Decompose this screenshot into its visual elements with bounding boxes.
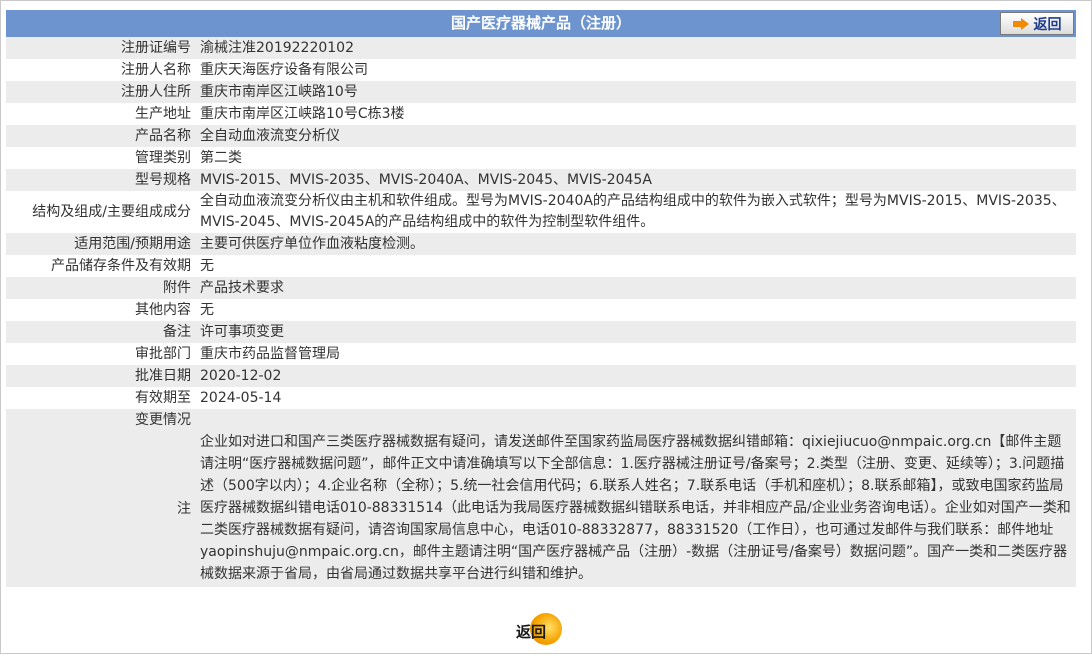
field-value: 无 (195, 255, 1076, 277)
field-label: 变更情况 (6, 409, 195, 431)
field-value: 重庆市南岸区江峡路10号 (195, 81, 1076, 103)
table-row: 有效期至 2024-05-14 (6, 387, 1076, 409)
table-row: 审批部门 重庆市药品监督管理局 (6, 343, 1076, 365)
field-value: 全自动血液流变分析仪 (195, 125, 1076, 147)
field-label: 注册证编号 (6, 37, 195, 59)
table-row: 批准日期 2020-12-02 (6, 365, 1076, 387)
table-row: 管理类别 第二类 (6, 147, 1076, 169)
field-value: 主要可供医疗单位作血液粘度检测。 (195, 233, 1076, 255)
field-value: 2020-12-02 (195, 365, 1076, 387)
field-value: 2024-05-14 (195, 387, 1076, 409)
field-label: 管理类别 (6, 147, 195, 169)
page-title: 国产医疗器械产品（注册） (450, 14, 631, 32)
table-row: 注册证编号 渝械注准20192220102 (6, 37, 1076, 59)
field-value: MVIS-2015、MVIS-2035、MVIS-2040A、MVIS-2045… (195, 169, 1076, 191)
field-label: 注册人名称 (6, 59, 195, 81)
field-label: 注册人住所 (6, 81, 195, 103)
back-button[interactable]: 返回 (1000, 12, 1074, 35)
detail-table: 注册证编号 渝械注准20192220102 注册人名称 重庆天海医疗设备有限公司… (6, 37, 1076, 587)
field-label: 有效期至 (6, 387, 195, 409)
field-value: 渝械注准20192220102 (195, 37, 1076, 59)
notice-label: 注 (6, 431, 195, 587)
notice-row: 注 企业如对进口和国产三类医疗器械数据有疑问，请发送邮件至国家药监局医疗器械数据… (6, 431, 1076, 587)
field-value: 全自动血液流变分析仪由主机和软件组成。型号为MVIS-2040A的产品结构组成中… (195, 191, 1076, 233)
table-row: 注册人住所 重庆市南岸区江峡路10号 (6, 81, 1076, 103)
table-row: 结构及组成/主要组成成分 全自动血液流变分析仪由主机和软件组成。型号为MVIS-… (6, 191, 1076, 233)
field-label: 结构及组成/主要组成成分 (6, 191, 195, 233)
field-value: 重庆市药品监督管理局 (195, 343, 1076, 365)
field-label: 审批部门 (6, 343, 195, 365)
arrow-right-icon (1012, 17, 1029, 30)
field-value: 产品技术要求 (195, 277, 1076, 299)
table-row: 适用范围/预期用途 主要可供医疗单位作血液粘度检测。 (6, 233, 1076, 255)
field-label: 适用范围/预期用途 (6, 233, 195, 255)
field-label: 生产地址 (6, 103, 195, 125)
table-row: 型号规格 MVIS-2015、MVIS-2035、MVIS-2040A、MVIS… (6, 169, 1076, 191)
table-row: 注册人名称 重庆天海医疗设备有限公司 (6, 59, 1076, 81)
table-row: 产品储存条件及有效期 无 (6, 255, 1076, 277)
field-label: 批准日期 (6, 365, 195, 387)
field-label: 产品储存条件及有效期 (6, 255, 195, 277)
field-value: 许可事项变更 (195, 321, 1076, 343)
field-value: 重庆天海医疗设备有限公司 (195, 59, 1076, 81)
table-row: 备注 许可事项变更 (6, 321, 1076, 343)
bottom-back-label: 返回 (516, 622, 547, 641)
table-row: 变更情况 (6, 409, 1076, 431)
field-label: 产品名称 (6, 125, 195, 147)
bottom-back-button[interactable]: 返回 (512, 612, 568, 650)
table-row: 生产地址 重庆市南岸区江峡路10号C栋3楼 (6, 103, 1076, 125)
field-label: 附件 (6, 277, 195, 299)
field-label: 型号规格 (6, 169, 195, 191)
field-label: 其他内容 (6, 299, 195, 321)
field-value: 无 (195, 299, 1076, 321)
back-button-label: 返回 (1033, 16, 1062, 33)
field-value: 重庆市南岸区江峡路10号C栋3楼 (195, 103, 1076, 125)
field-value: 第二类 (195, 147, 1076, 169)
table-row: 附件 产品技术要求 (6, 277, 1076, 299)
title-bar: 国产医疗器械产品（注册） (6, 10, 1076, 37)
field-value (195, 409, 1076, 431)
table-row: 其他内容 无 (6, 299, 1076, 321)
notice-text: 企业如对进口和国产三类医疗器械数据有疑问，请发送邮件至国家药监局医疗器械数据纠错… (195, 431, 1076, 587)
field-label: 备注 (6, 321, 195, 343)
table-row: 产品名称 全自动血液流变分析仪 (6, 125, 1076, 147)
